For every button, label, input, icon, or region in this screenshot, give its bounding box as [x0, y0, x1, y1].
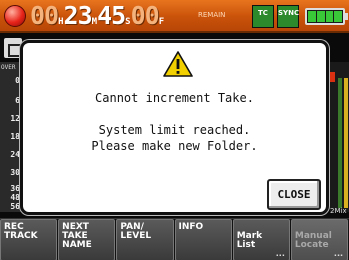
counter-frames-unit: F	[158, 17, 165, 27]
pan-level-button[interactable]: PAN/ LEVEL	[116, 219, 174, 260]
counter-minutes: 23	[63, 1, 93, 30]
warning-icon	[163, 51, 193, 77]
meter-over-label: OVER	[1, 64, 16, 71]
level-meter-scale: OVER 0 6 12 18 24 30 36 48 56	[0, 62, 22, 212]
meter-tick: 12	[10, 114, 20, 123]
meter-tick: 30	[10, 168, 20, 177]
counter-seconds: 45	[97, 1, 126, 30]
alert-dialog: Cannot increment Take. System limit reac…	[20, 40, 329, 215]
counter-hours-unit: H	[58, 17, 64, 27]
counter-seconds-unit: S	[125, 17, 131, 27]
mark-list-label: Mark List	[236, 231, 263, 250]
record-indicator-icon	[4, 5, 26, 27]
counter-frames: 00	[130, 1, 160, 30]
meter-tick: 24	[10, 150, 20, 159]
manual-locate-button[interactable]: Manual Locate ...	[290, 219, 349, 260]
more-indicator: ...	[333, 249, 344, 258]
info-button[interactable]: INFO	[174, 219, 232, 260]
next-take-name-button[interactable]: NEXT TAKE NAME	[58, 219, 116, 260]
sync-indicator: SYNC	[277, 5, 299, 28]
dialog-message-line: System limit reached.	[98, 123, 251, 137]
meter-tick: 18	[10, 132, 20, 141]
status-bar: 00 H 23 M 45 S 00 F REMAIN TC SYNC	[0, 0, 349, 33]
meter-tick: 56	[10, 202, 20, 211]
remain-label: REMAIN	[198, 11, 226, 19]
mix-meter-bar-right	[344, 78, 348, 208]
clip-indicator	[330, 72, 335, 82]
tc-indicator: TC	[252, 5, 274, 28]
more-indicator: ...	[275, 249, 285, 258]
counter-minutes-unit: M	[91, 17, 98, 27]
manual-locate-label: Manual Locate	[294, 231, 332, 250]
meter-tick: 36	[10, 184, 20, 193]
meter-tick: 48	[10, 193, 20, 202]
dialog-message-line: Please make new Folder.	[91, 139, 258, 153]
dialog-message-line: Cannot increment Take.	[95, 91, 254, 105]
mark-list-button[interactable]: Mark List ...	[232, 219, 290, 260]
mix-meter-bar-left	[338, 78, 342, 208]
function-key-bar: REC TRACK NEXT TAKE NAME PAN/ LEVEL INFO…	[0, 218, 349, 260]
battery-icon	[305, 8, 348, 25]
close-button[interactable]: CLOSE	[267, 179, 321, 210]
counter-hours: 00	[30, 1, 59, 30]
rec-track-button[interactable]: REC TRACK	[0, 219, 58, 260]
mix-label: 2Mix	[330, 207, 347, 215]
